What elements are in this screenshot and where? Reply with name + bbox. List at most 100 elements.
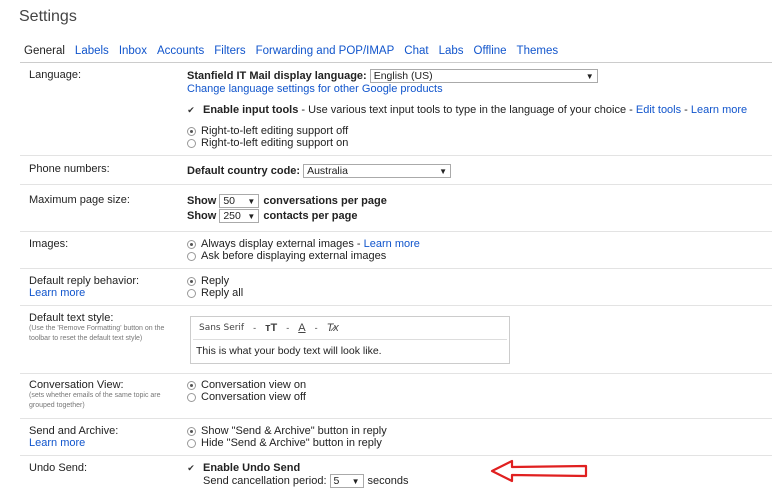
- country-code-select[interactable]: Australia ▼: [303, 164, 452, 178]
- show-label: Show: [187, 195, 217, 207]
- reply-radio[interactable]: [187, 276, 196, 286]
- text-style-row: Default text style: (Use the 'Remove For…: [20, 306, 772, 374]
- tab-general[interactable]: General: [24, 45, 65, 57]
- tab-themes[interactable]: Themes: [517, 45, 559, 57]
- seconds-label: seconds: [367, 475, 409, 487]
- rtl-on-radio[interactable]: [187, 138, 196, 148]
- change-language-link[interactable]: Change language settings for other Googl…: [187, 83, 443, 95]
- input-tools-desc: - Use various text input tools to type i…: [298, 104, 636, 116]
- show-send-archive-radio[interactable]: [187, 426, 196, 436]
- tab-inbox[interactable]: Inbox: [119, 45, 147, 57]
- font-dropdown-caret-icon: -: [253, 323, 257, 333]
- dropdown-caret-icon: ▼: [351, 476, 360, 486]
- undo-send-row: Undo Send: ✔ Enable Undo Send Send cance…: [20, 456, 772, 494]
- reply-all-option-label: Reply all: [201, 287, 244, 299]
- images-label: Images:: [29, 238, 69, 250]
- country-code-value: Australia: [307, 165, 348, 177]
- show-label: Show: [187, 210, 217, 222]
- tab-chat[interactable]: Chat: [404, 45, 428, 57]
- display-language-label: Stanfield IT Mail display language:: [187, 70, 367, 82]
- tab-offline[interactable]: Offline: [474, 45, 507, 57]
- conversation-view-on-label: Conversation view on: [201, 379, 307, 391]
- display-language-value: English (US): [373, 70, 433, 82]
- tab-labs[interactable]: Labs: [439, 45, 464, 57]
- send-archive-row: Send and Archive: Learn more Show "Send …: [20, 419, 772, 456]
- images-learn-more[interactable]: Learn more: [364, 238, 420, 250]
- send-archive-label: Send and Archive:: [29, 425, 119, 437]
- reply-row: Default reply behavior: Learn more Reply…: [20, 269, 772, 306]
- always-display-images-label: Always display external images: [201, 238, 354, 250]
- conversation-view-off-label: Conversation view off: [201, 391, 306, 403]
- text-style-label: Default text style:: [29, 312, 114, 324]
- rtl-off-label: Right-to-left editing support off: [201, 125, 349, 137]
- tab-labels[interactable]: Labels: [75, 45, 109, 57]
- ask-before-images-label: Ask before displaying external images: [201, 250, 387, 262]
- dropdown-caret-icon: ▼: [439, 166, 448, 176]
- send-archive-learn-more[interactable]: Learn more: [29, 437, 118, 449]
- country-code-label: Default country code:: [187, 165, 301, 177]
- text-color-icon[interactable]: A: [298, 322, 305, 334]
- edit-tools-link[interactable]: Edit tools: [636, 104, 681, 116]
- conversation-row: Conversation View: (sets whether emails …: [20, 374, 772, 419]
- tab-accounts[interactable]: Accounts: [157, 45, 204, 57]
- editor-preview-text[interactable]: This is what your body text will look li…: [193, 339, 507, 361]
- show-send-archive-label: Show "Send & Archive" button in reply: [201, 425, 387, 437]
- reply-option-label: Reply: [201, 275, 230, 287]
- text-style-editor: Sans Serif - тT - A - T̷x This is what y…: [190, 316, 510, 364]
- tab-forwarding[interactable]: Forwarding and POP/IMAP: [256, 45, 395, 57]
- font-family-button[interactable]: Sans Serif: [199, 323, 244, 333]
- input-tools-checkbox[interactable]: ✔: [187, 105, 195, 115]
- dropdown-caret-icon: ▼: [247, 211, 256, 221]
- font-size-icon[interactable]: тT: [265, 322, 277, 334]
- conversation-view-on-radio[interactable]: [187, 380, 196, 390]
- page-size-row: Maximum page size: Show 50 ▼ conversation…: [20, 185, 772, 232]
- conversations-per-page-label: conversations per page: [263, 195, 387, 207]
- rtl-on-label: Right-to-left editing support on: [201, 137, 349, 149]
- conversation-view-hint: (sets whether emails of the same topic a…: [29, 392, 161, 409]
- page-title: Settings: [19, 8, 77, 25]
- separator: -: [681, 104, 691, 116]
- cancellation-period-select[interactable]: 5 ▼: [329, 474, 364, 488]
- enable-undo-send-label: Enable Undo Send: [203, 462, 301, 474]
- conversations-per-page-select[interactable]: 50 ▼: [219, 194, 260, 208]
- hide-send-archive-label: Hide "Send & Archive" button in reply: [201, 437, 382, 449]
- remove-formatting-icon[interactable]: T̷x: [327, 322, 339, 334]
- always-display-images-radio[interactable]: [187, 239, 196, 249]
- cancellation-period-value: 5: [333, 475, 340, 487]
- text-style-hint: (Use the 'Remove Formatting' button on t…: [29, 325, 165, 342]
- display-language-select[interactable]: English (US) ▼: [369, 69, 598, 83]
- dropdown-caret-icon: ▼: [247, 196, 256, 206]
- contacts-per-page-label: contacts per page: [263, 210, 358, 222]
- phone-label: Phone numbers:: [29, 163, 110, 175]
- phone-row: Phone numbers: Default country code: Aus…: [20, 156, 772, 185]
- reply-all-radio[interactable]: [187, 288, 196, 298]
- dropdown-caret-icon: ▼: [585, 71, 594, 81]
- settings-tabs: General Labels Inbox Accounts Filters Fo…: [24, 45, 568, 57]
- tabs-divider: [20, 62, 772, 63]
- input-tools-label: Enable input tools: [203, 104, 299, 116]
- separator: -: [353, 238, 364, 250]
- input-tools-learn-more[interactable]: Learn more: [691, 104, 747, 116]
- cancellation-period-label: Send cancellation period:: [203, 475, 327, 487]
- hide-send-archive-radio[interactable]: [187, 438, 196, 448]
- font-size-caret-icon: -: [286, 323, 290, 333]
- contacts-per-page-value: 250: [223, 210, 241, 222]
- text-color-caret-icon: -: [314, 323, 318, 333]
- tab-filters[interactable]: Filters: [214, 45, 245, 57]
- undo-send-checkbox[interactable]: ✔: [187, 463, 195, 473]
- undo-send-label: Undo Send:: [29, 462, 88, 474]
- language-label: Language:: [29, 69, 81, 81]
- language-row: Language: Stanfield IT Mail display lang…: [20, 66, 772, 156]
- conversation-view-label: Conversation View:: [29, 379, 124, 391]
- rtl-off-radio[interactable]: [187, 126, 196, 136]
- conversations-per-page-value: 50: [223, 195, 236, 207]
- reply-learn-more[interactable]: Learn more: [29, 287, 139, 299]
- images-row: Images: Always display external images -…: [20, 232, 772, 269]
- contacts-per-page-select[interactable]: 250 ▼: [219, 209, 260, 223]
- conversation-view-off-radio[interactable]: [187, 392, 196, 402]
- editor-toolbar: Sans Serif - тT - A - T̷x: [191, 317, 509, 339]
- ask-before-images-radio[interactable]: [187, 251, 196, 261]
- annotation-arrow-icon: [490, 459, 588, 483]
- reply-label: Default reply behavior:: [29, 275, 140, 287]
- page-size-label: Maximum page size:: [29, 194, 130, 206]
